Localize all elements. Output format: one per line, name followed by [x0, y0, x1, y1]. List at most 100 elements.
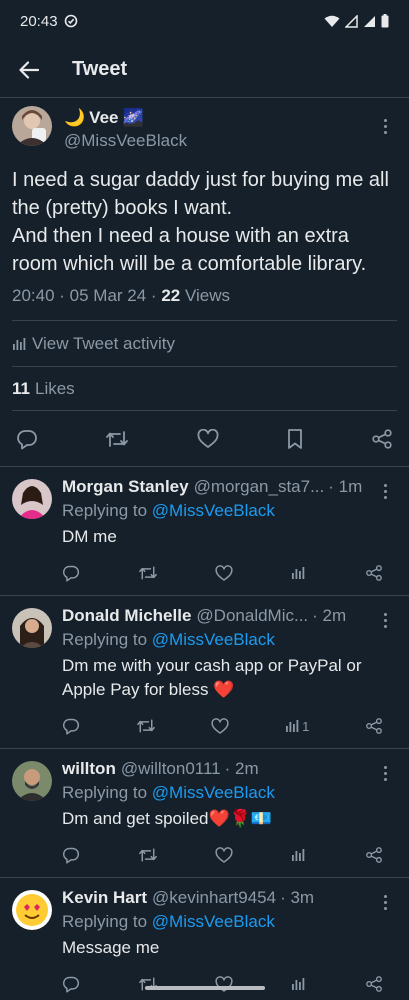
retweet-icon[interactable] — [105, 428, 129, 450]
share-icon[interactable] — [365, 717, 383, 735]
share-icon[interactable] — [365, 846, 383, 864]
tweet-actions — [0, 411, 409, 467]
author-name[interactable]: 🌙 Vee 🌌 — [64, 108, 187, 128]
author-handle[interactable]: @MissVeeBlack — [64, 131, 187, 151]
reply-author-handle[interactable]: @willton0111 — [121, 759, 221, 779]
analytics-icon — [12, 337, 26, 351]
tweet-text: I need a sugar daddy just for buying me … — [12, 169, 389, 275]
top-bar: Tweet — [0, 42, 409, 98]
replying-prefix: Replying to — [62, 912, 152, 931]
replying-to: Replying to @MissVeeBlack — [62, 783, 397, 803]
retweet-icon[interactable] — [136, 717, 156, 735]
reply-text: Dm and get spoiled❤️🌹💶 — [62, 809, 272, 828]
replying-prefix: Replying to — [62, 501, 152, 520]
main-tweet: 🌙 Vee 🌌 @MissVeeBlack I need a sugar dad… — [0, 98, 409, 467]
reply-avatar[interactable] — [12, 761, 52, 801]
status-bar: 20:43 — [0, 0, 409, 42]
reply-time: · 2m — [224, 759, 259, 778]
reply-item[interactable]: Kevin Hart @kevinhart9454 · 3m Replying … — [0, 878, 409, 1000]
more-options-icon[interactable] — [377, 763, 393, 783]
reply-actions — [62, 561, 397, 585]
retweet-icon[interactable] — [138, 564, 158, 582]
retweet-icon[interactable] — [138, 975, 158, 993]
reply-author-name[interactable]: Donald Michelle — [62, 606, 191, 626]
activity-label: View Tweet activity — [32, 333, 175, 353]
reply-actions — [62, 972, 397, 996]
views-icon[interactable] — [291, 977, 308, 991]
likes-summary[interactable]: 11 Likes — [12, 367, 397, 411]
status-time: 20:43 — [20, 12, 58, 30]
reply-time: · 1m — [328, 477, 363, 496]
replying-prefix: Replying to — [62, 783, 152, 802]
tweet-timestamp: 20:40 · 05 Mar 24 · — [12, 286, 162, 305]
reply-avatar[interactable] — [12, 890, 52, 930]
reply-author-name[interactable]: willton — [62, 759, 116, 779]
likes-label: Likes — [34, 378, 75, 398]
galaxy-emoji: 🌌 — [122, 108, 144, 127]
views-icon[interactable]: 1 — [285, 719, 309, 734]
reply-author-handle[interactable]: @DonaldMic... — [196, 606, 308, 626]
reply-text: Message me — [62, 938, 160, 957]
views-icon[interactable] — [291, 566, 308, 580]
tweet-meta: 20:40 · 05 Mar 24 · 22 Views — [12, 286, 397, 321]
reply-item[interactable]: Morgan Stanley @morgan_sta7... · 1m Repl… — [0, 467, 409, 596]
signal-icon-2 — [363, 15, 376, 28]
retweet-icon[interactable] — [138, 846, 158, 864]
gesture-nav-bar[interactable] — [144, 986, 265, 990]
author-name-text: Vee — [89, 108, 119, 127]
view-tweet-activity[interactable]: View Tweet activity — [12, 321, 397, 367]
reply-author-name[interactable]: Morgan Stanley — [62, 477, 189, 497]
views-label: Views — [180, 286, 230, 305]
replying-to-link[interactable]: @MissVeeBlack — [152, 501, 275, 520]
like-heart-icon[interactable] — [197, 428, 219, 449]
more-options-icon[interactable] — [377, 116, 393, 136]
reply-text: Dm me with your cash app or PayPal or Ap… — [62, 656, 362, 699]
reply-time: · 2m — [312, 606, 347, 625]
like-heart-icon[interactable] — [215, 564, 233, 582]
more-options-icon[interactable] — [377, 892, 393, 912]
like-heart-icon[interactable] — [215, 846, 233, 864]
reply-avatar[interactable] — [12, 608, 52, 648]
reply-text: DM me — [62, 527, 117, 546]
reply-icon[interactable] — [62, 975, 80, 993]
reply-author-name[interactable]: Kevin Hart — [62, 888, 147, 908]
bookmark-icon[interactable] — [286, 428, 304, 450]
reply-icon[interactable] — [62, 846, 80, 864]
replying-to: Replying to @MissVeeBlack — [62, 501, 397, 521]
reply-actions: 1 — [62, 714, 397, 738]
views-count: 22 — [161, 286, 181, 305]
share-icon[interactable] — [365, 564, 383, 582]
page-title: Tweet — [72, 58, 128, 80]
reply-actions — [62, 843, 397, 867]
replying-to-link[interactable]: @MissVeeBlack — [152, 783, 275, 802]
replying-to-link[interactable]: @MissVeeBlack — [152, 912, 275, 931]
replying-prefix: Replying to — [62, 630, 152, 649]
reply-author-handle[interactable]: @morgan_sta7... — [194, 477, 325, 497]
likes-count: 11 — [12, 378, 30, 398]
reply-views-count: 1 — [302, 718, 310, 734]
replying-to-link[interactable]: @MissVeeBlack — [152, 630, 275, 649]
like-heart-icon[interactable] — [211, 717, 229, 735]
replying-to: Replying to @MissVeeBlack — [62, 912, 397, 932]
reply-avatar[interactable] — [12, 479, 52, 519]
share-icon[interactable] — [371, 428, 393, 450]
more-options-icon[interactable] — [377, 610, 393, 630]
reply-time: · 3m — [280, 888, 315, 907]
reply-icon[interactable] — [62, 564, 80, 582]
back-arrow-icon[interactable] — [14, 55, 44, 85]
wifi-icon — [324, 15, 340, 28]
reply-icon[interactable] — [16, 428, 38, 450]
views-icon[interactable] — [291, 848, 308, 862]
reply-icon[interactable] — [62, 717, 80, 735]
reply-item[interactable]: willton @willton0111 · 2m Replying to @M… — [0, 749, 409, 878]
author-avatar[interactable] — [12, 106, 52, 146]
sync-check-icon — [64, 14, 78, 28]
signal-icon — [345, 14, 358, 28]
replying-to: Replying to @MissVeeBlack — [62, 630, 397, 650]
share-icon[interactable] — [365, 975, 383, 993]
crescent-moon-emoji: 🌙 — [64, 108, 86, 127]
more-options-icon[interactable] — [377, 481, 393, 501]
reply-author-handle[interactable]: @kevinhart9454 — [152, 888, 276, 908]
reply-item[interactable]: Donald Michelle @DonaldMic... · 2m Reply… — [0, 596, 409, 749]
battery-icon — [381, 14, 389, 28]
